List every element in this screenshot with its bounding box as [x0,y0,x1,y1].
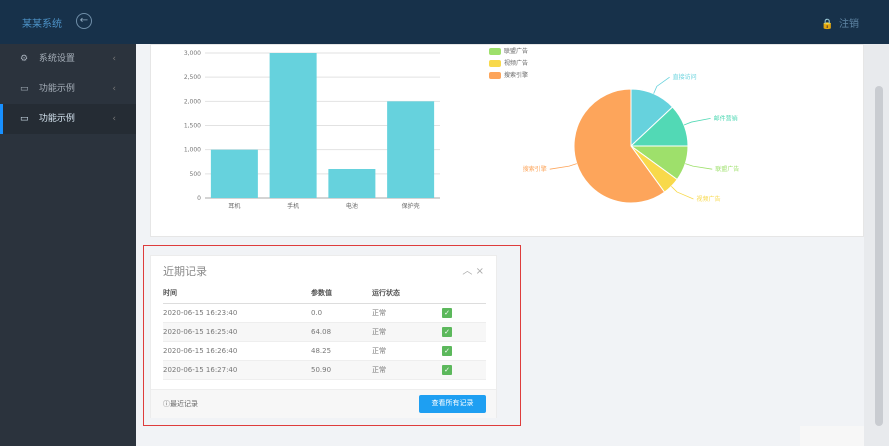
bar-chart: 0 500 1,000 1,500 2,000 2,500 3,000 耳机 手机 电池 保护壳 [184,50,440,210]
pie-leader-line [549,163,577,170]
sidebar-item-label: 功能示例 [38,84,75,94]
pie-slice-label: 搜索引擎 [523,165,547,173]
pie-slice-label: 联盟广告 [715,165,739,173]
settings-icon: ⚙ [20,54,29,64]
bar-3[interactable] [387,101,435,198]
legend-label: 搜索引擎 [504,72,529,79]
legend-label: 联盟广告 [504,48,529,55]
chart-legend: 联盟广告 视频广告 搜索引擎 [489,46,528,82]
x-tick-label: 手机 [287,202,299,210]
sidebar-item-label: 功能示例 [38,114,75,124]
legend-item-search[interactable]: 搜索引擎 [489,70,528,82]
pie-slice-label: 邮件营销 [714,114,738,122]
chart-panel: 0 500 1,000 1,500 2,000 2,500 3,000 耳机 手机 电池 保护壳 直… [150,44,864,237]
back-circle-icon[interactable]: ← [76,13,92,29]
bottom-fade [800,426,864,446]
window-icon: ▭ [20,84,29,94]
pie-leader-line [685,163,713,170]
logout-link[interactable]: 🔒 注销 [821,15,859,30]
y-tick-label: 1,500 [184,123,201,130]
bar-2[interactable] [328,169,376,198]
y-tick-label: 2,500 [184,74,201,81]
bar-1[interactable] [269,53,317,198]
pie-slice-label: 视频广告 [696,195,720,203]
x-tick-label: 耳机 [228,202,240,210]
legend-swatch [489,60,501,67]
chevron-left-icon: ‹ [112,54,116,64]
window-icon: ▭ [20,114,29,124]
sidebar-item-settings[interactable]: ⚙ 系统设置 ‹ [0,44,136,74]
x-tick-label: 保护壳 [402,202,420,210]
logout-label: 注销 [839,19,859,30]
app-brand[interactable]: 某某系统 [22,15,62,30]
pie-leader-line [671,186,694,200]
sidebar-item-example-1[interactable]: ▭ 功能示例 ‹ [0,74,136,104]
legend-label: 视频广告 [504,60,529,67]
pie-chart: 直接访问邮件营销联盟广告视频广告 搜索引擎 [523,73,739,204]
x-tick-label: 电池 [346,202,358,210]
pie-leader-line [683,117,711,126]
bar-0[interactable] [210,149,258,198]
highlight-outline [143,245,521,426]
sidebar-item-label: 系统设置 [38,54,75,64]
legend-swatch [489,72,501,79]
y-tick-label: 500 [190,171,202,178]
legend-swatch [489,48,501,55]
legend-item-video[interactable]: 视频广告 [489,58,528,70]
y-tick-label: 2,000 [184,98,201,105]
lock-icon: 🔒 [821,19,834,30]
sidebar-item-example-2[interactable]: ▭ 功能示例 ‹ [0,104,136,134]
top-bar: 某某系统 ← 🔒 注销 [0,0,889,44]
legend-item-alliance[interactable]: 联盟广告 [489,46,528,58]
vertical-scrollbar[interactable] [875,86,883,426]
pie-slice-label: 直接访问 [673,73,697,81]
y-tick-label: 0 [197,195,201,202]
sidebar: ⚙ 系统设置 ‹ ▭ 功能示例 ‹ ▭ 功能示例 ‹ [0,44,136,446]
chevron-left-icon: ‹ [112,84,116,94]
pie-leader-line [653,76,670,94]
chevron-left-icon: ‹ [112,114,116,124]
y-tick-label: 3,000 [184,50,201,57]
y-tick-label: 1,000 [184,147,201,154]
